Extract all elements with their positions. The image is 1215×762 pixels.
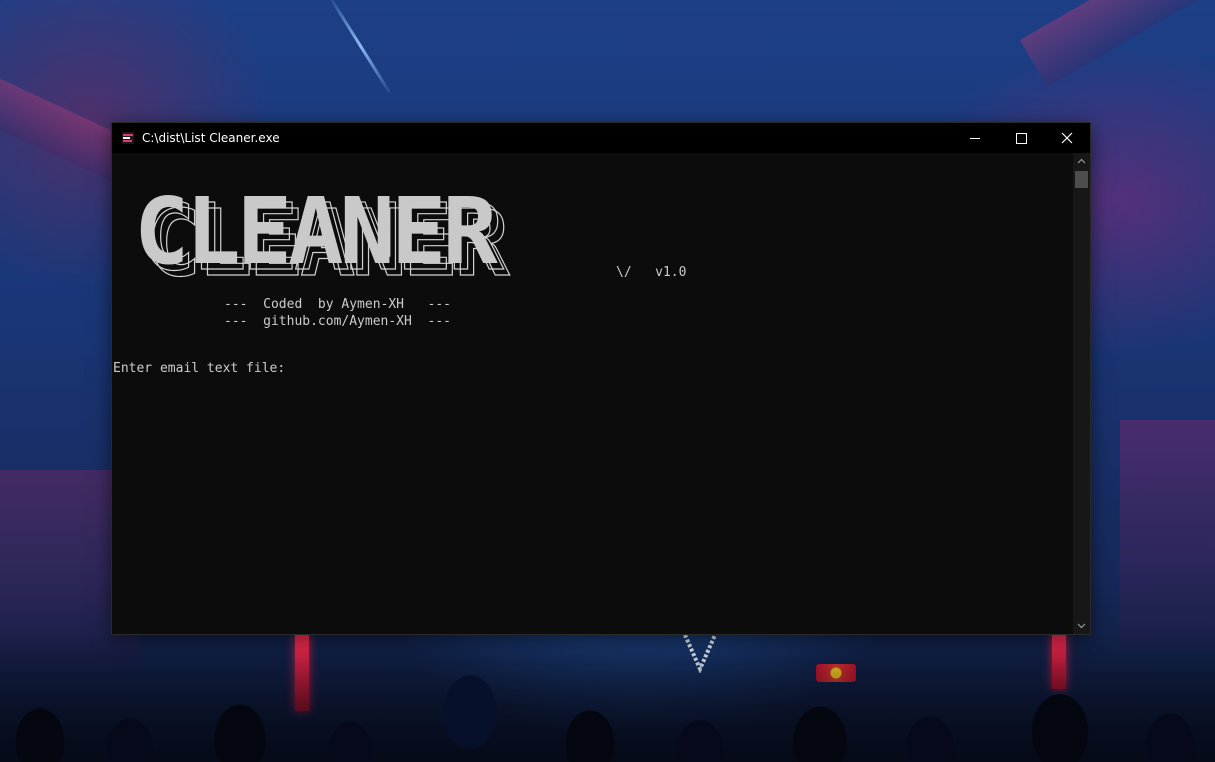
minimize-button[interactable]: [952, 123, 998, 153]
maximize-button[interactable]: [998, 123, 1044, 153]
close-icon: [1061, 132, 1073, 144]
close-button[interactable]: [1044, 123, 1090, 153]
console-output[interactable]: CLEANER CLEANER CLEANER \/ v1.0 --- Code…: [112, 153, 1073, 634]
author-line: --- Coded by Aymen-XH ---: [224, 297, 451, 312]
vertical-scrollbar[interactable]: [1073, 153, 1090, 634]
chevron-down-icon: [1077, 623, 1086, 629]
title-bar[interactable]: C:\dist\List Cleaner.exe: [112, 123, 1090, 153]
wallpaper-light-streak: [330, 0, 391, 94]
scroll-up-button[interactable]: [1073, 153, 1090, 170]
maximize-icon: [1016, 133, 1027, 144]
scroll-down-button[interactable]: [1073, 617, 1090, 634]
ascii-banner: CLEANER CLEANER CLEANER: [134, 183, 515, 279]
console-window[interactable]: C:\dist\List Cleaner.exe CLEANER CLEANER…: [111, 122, 1091, 635]
input-prompt[interactable]: Enter email text file:: [113, 361, 285, 377]
scroll-thumb[interactable]: [1075, 171, 1088, 188]
wallpaper-crowd: [0, 632, 1215, 762]
wallpaper-beam: [1020, 0, 1215, 87]
desktop-wallpaper: C:\dist\List Cleaner.exe CLEANER CLEANER…: [0, 0, 1215, 762]
minimize-icon: [970, 138, 980, 139]
ascii-banner-text: CLEANER: [134, 183, 498, 279]
window-title: C:\dist\List Cleaner.exe: [142, 131, 280, 145]
app-icon[interactable]: [122, 132, 134, 144]
wallpaper-beam: [1120, 420, 1215, 650]
github-line: --- github.com/Aymen-XH ---: [224, 314, 451, 329]
version-line: \/ v1.0: [616, 265, 687, 280]
chevron-up-icon: [1077, 158, 1086, 164]
